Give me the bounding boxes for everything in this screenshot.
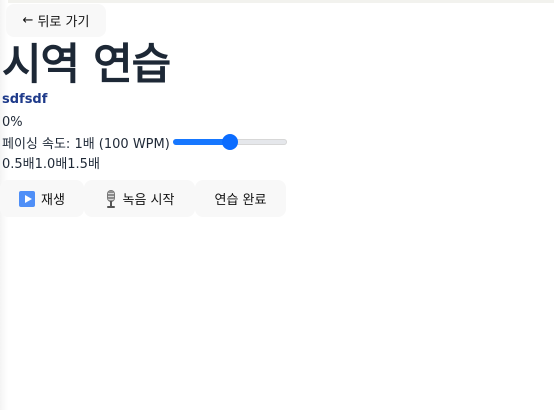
- record-button-label: 녹음 시작: [122, 193, 175, 208]
- top-divider: [0, 0, 554, 3]
- progress-percent: 0%: [2, 115, 23, 130]
- slider-fill: [172, 139, 230, 145]
- back-button[interactable]: ← 뒤로 가기: [6, 4, 106, 37]
- play-button[interactable]: 재생: [0, 180, 84, 217]
- page-title: 시역 연습: [2, 40, 171, 90]
- speed-control-row: 페이싱 속도: 1배 (100 WPM): [2, 133, 287, 152]
- practice-controls: 재생 녹음 시작 연습 완료: [0, 180, 286, 217]
- finish-practice-button[interactable]: 연습 완료: [195, 180, 286, 217]
- practice-text-title: sdfsdf: [2, 92, 48, 107]
- pacing-speed-label: 페이싱 속도: 1배 (100 WPM): [2, 136, 170, 152]
- microphone-icon: [105, 190, 117, 208]
- app-page: ← 뒤로 가기 시역 연습 sdfsdf 0% 페이싱 속도: 1배 (100 …: [0, 0, 554, 410]
- back-button-label: 뒤로 가기: [37, 15, 90, 30]
- play-icon: [19, 190, 36, 207]
- speed-tick-max: 1.5배: [67, 157, 100, 172]
- record-button[interactable]: 녹음 시작: [84, 180, 195, 217]
- pacing-speed-slider[interactable]: [172, 133, 287, 151]
- arrow-left-icon: ←: [22, 13, 34, 28]
- play-button-label: 재생: [41, 193, 65, 208]
- slider-thumb[interactable]: [222, 135, 237, 149]
- speed-tick-mid: 1.0배: [34, 157, 68, 172]
- finish-practice-label: 연습 완료: [214, 193, 267, 208]
- speed-tick-labels: 0.5배 1.0배 1.5배: [2, 156, 100, 174]
- speed-tick-min: 0.5배: [2, 157, 35, 172]
